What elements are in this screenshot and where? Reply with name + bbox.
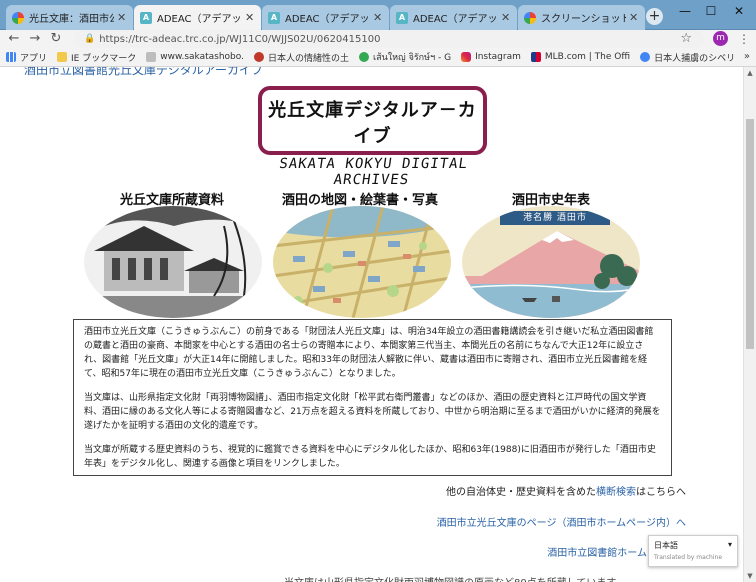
bookmark-label: เส้นใหญ่ จิรักษ์ฯ - G: [373, 53, 452, 63]
bookmarks-bar: アプリ IE ブックマーク www.sakatashobo. 日本人の情緒性の土…: [0, 48, 756, 67]
scroll-down-arrow-icon[interactable]: ▼: [744, 572, 756, 580]
bookmark-star-icon[interactable]: ☆: [680, 31, 692, 46]
tab-4[interactable]: A ADEAC（アデアック）：デ ✕: [390, 5, 517, 30]
more-bookmarks-icon[interactable]: »: [744, 51, 750, 62]
maps-illustration[interactable]: [273, 206, 451, 318]
top-link-partial[interactable]: 酒田市立図書館光丘文庫デジタルアーカイブ: [24, 67, 263, 78]
folder-icon: [57, 52, 68, 62]
address-bar[interactable]: 🔒 https://trc-adeac.trc.co.jp/WJ11C0/WJJ…: [74, 30, 704, 48]
bookmark-thai[interactable]: เส้นใหญ่ จิรักษ์ฯ - G: [359, 50, 451, 64]
instagram-icon: [461, 52, 472, 62]
lock-icon: 🔒: [84, 34, 96, 44]
minimize-button[interactable]: —: [672, 4, 698, 18]
close-icon[interactable]: ✕: [629, 11, 639, 24]
browser-toolbar: ← → ↻ 🔒 https://trc-adeac.trc.co.jp/WJ11…: [0, 30, 756, 48]
description-paragraph: 酒田市立光丘文庫（こうきゅうぶんこ）の前身である「財団法人光丘文庫」は、明治34…: [84, 327, 654, 379]
tab-label: 光丘文庫：酒田市公式ウェ: [29, 14, 114, 25]
site-icon: [253, 52, 264, 62]
bookmark-sakatashobo[interactable]: www.sakatashobo.: [146, 52, 244, 62]
new-tab-button[interactable]: +: [646, 8, 663, 25]
tab-label: ADEAC（アデアック）：デ: [413, 14, 498, 25]
page-icon: [146, 52, 157, 62]
tab-label: スクリーンショット pc やり: [541, 14, 626, 25]
close-icon[interactable]: ✕: [245, 11, 255, 24]
bookmark-label: www.sakatashobo.: [160, 52, 244, 62]
bookmark-label: 日本人捕虜のシベリ: [654, 53, 736, 64]
library-home-link[interactable]: 酒田市立図書館ホーム: [547, 544, 647, 559]
close-icon[interactable]: ✕: [373, 11, 383, 24]
bookmark-japanese-emotion[interactable]: 日本人の情緒性の土: [253, 51, 349, 64]
bookmark-siberia[interactable]: 日本人捕虜のシベリ: [640, 51, 735, 64]
cross-search-suffix: はこちらへ: [636, 487, 686, 498]
close-icon[interactable]: ✕: [117, 11, 127, 24]
url-text: https://trc-adeac.trc.co.jp/WJ11C0/WJJS0…: [99, 33, 381, 45]
bookmark-label: 日本人の情緒性の土: [267, 53, 349, 64]
page-content: 酒田市立図書館光丘文庫デジタルアーカイブ 光丘文庫デジタルア－カイブ SAKAT…: [0, 67, 743, 582]
profile-avatar[interactable]: m: [713, 31, 728, 46]
city-map-image: [273, 206, 451, 318]
building-photo-image: [84, 206, 262, 318]
cross-search-link[interactable]: 横断検索: [596, 487, 636, 498]
bookmark-label: アプリ: [20, 53, 48, 64]
tab-1[interactable]: 光丘文庫：酒田市公式ウェ ✕: [6, 5, 133, 30]
dropdown-arrow-icon: ▾: [727, 540, 732, 549]
logo-title: 光丘文庫デジタルア－カイブ: [268, 100, 477, 147]
kebab-menu-icon[interactable]: ⋮: [738, 30, 750, 48]
description-box: 酒田市立光丘文庫（こうきゅうぶんこ）の前身である「財団法人光丘文庫」は、明治34…: [73, 319, 672, 476]
adeac-favicon-icon: A: [268, 11, 280, 24]
tab-bar: 光丘文庫：酒田市公式ウェ ✕ A ADEAC（アデアック）：デ ✕ A ADEA…: [0, 0, 756, 30]
scroll-up-arrow-icon[interactable]: ▲: [744, 69, 756, 77]
bookmark-apps[interactable]: アプリ: [6, 51, 47, 64]
maximize-button[interactable]: ☐: [698, 4, 724, 18]
google-favicon-icon: [524, 11, 536, 24]
back-arrow-icon[interactable]: ←: [6, 30, 22, 48]
bottom-text-partial: 当文庫は山形県指定文化財両羽博物図譜の原画など80点を所蔵しています: [284, 574, 616, 582]
tab-label: ADEAC（アデアック）：デ: [157, 14, 242, 25]
tab-3[interactable]: A ADEAC（アデアック）：デ ✕: [262, 5, 389, 30]
bookmark-ie[interactable]: IE ブックマーク: [57, 51, 136, 64]
tab-2-active[interactable]: A ADEAC（アデアック）：デ ✕: [134, 5, 261, 30]
city-page-link[interactable]: 酒田市立光丘文庫のページ（酒田市ホームページ内）へ: [437, 514, 686, 529]
close-icon[interactable]: ✕: [501, 11, 511, 24]
vertical-scrollbar[interactable]: ▲ ▼: [743, 67, 756, 582]
tab-5[interactable]: スクリーンショット pc やり ✕: [518, 5, 645, 30]
forward-arrow-icon[interactable]: →: [27, 30, 43, 48]
reload-icon[interactable]: ↻: [48, 30, 64, 48]
site-icon: [359, 52, 369, 62]
bookmark-mlb[interactable]: MLB.com | The Offi: [530, 52, 631, 62]
language-select[interactable]: 日本語 ▾: [649, 536, 737, 551]
scrollbar-thumb[interactable]: [746, 119, 754, 349]
translate-credit: Translated by machine: [654, 554, 723, 561]
postcard-caption: 港名勝 酒田市: [500, 211, 610, 225]
apps-grid-icon: [6, 52, 16, 62]
chronology-postcard[interactable]: 港名勝 酒田市: [462, 206, 640, 318]
google-favicon-icon: [12, 11, 24, 24]
adeac-favicon-icon: A: [140, 11, 152, 24]
adeac-favicon-icon: A: [396, 11, 408, 24]
translate-widget[interactable]: 日本語 ▾ Translated by machine: [648, 535, 738, 567]
bookmark-label: Instagram: [475, 52, 521, 62]
description-paragraph: 当文庫は、山形県指定文化財「両羽博物図譜」、酒田市指定文化財「松平武右衛門叢書」…: [84, 393, 661, 431]
language-selected: 日本語: [654, 541, 678, 550]
mlb-icon: [530, 52, 541, 62]
bookmark-label: IE ブックマーク: [71, 53, 137, 64]
close-window-button[interactable]: ✕: [726, 4, 752, 18]
description-paragraph: 当文庫が所蔵する歴史資料のうち、視覚的に鑑賞できる資料を中心にデジタル化したほか…: [84, 445, 656, 469]
site-icon: [640, 52, 651, 62]
cross-search-line: 他の自治体史・歴史資料を含めた横断検索はこちらへ: [446, 483, 686, 498]
site-logo[interactable]: 光丘文庫デジタルア－カイブ SAKATA KOKYU DIGITAL ARCHI…: [258, 86, 487, 188]
logo-subtitle: SAKATA KOKYU DIGITAL ARCHIVES: [278, 156, 470, 188]
bookmark-label: MLB.com | The Offi: [544, 52, 631, 62]
bookmark-instagram[interactable]: Instagram: [461, 52, 521, 62]
cross-search-prefix: 他の自治体史・歴史資料を含めた: [446, 487, 596, 498]
collection-building-photo[interactable]: [84, 206, 262, 318]
tab-label: ADEAC（アデアック）：デ: [285, 14, 370, 25]
